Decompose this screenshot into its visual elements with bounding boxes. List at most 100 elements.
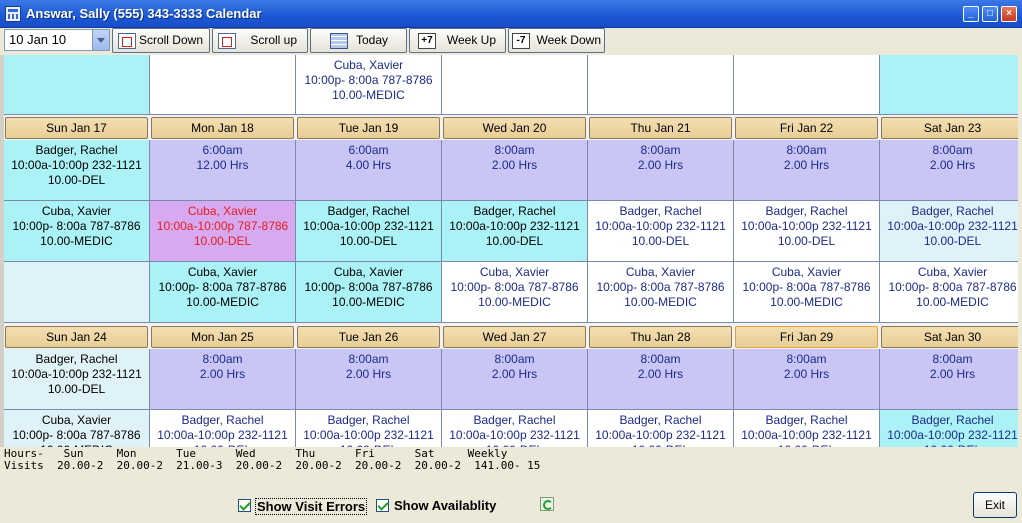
cell-line: Cuba, Xavier <box>41 204 112 218</box>
cell-line: Badger, Rachel <box>911 204 994 218</box>
cell-line: Cuba, Xavier <box>479 265 550 279</box>
visit-slot-cell[interactable]: 8:00am 2.00 Hrs <box>442 140 588 201</box>
cell-line: Badger, Rachel <box>765 413 848 427</box>
maximize-button[interactable]: □ <box>982 6 998 22</box>
caregiver-shift-cell[interactable]: Cuba, Xavier10:00p- 8:00a 787-878610.00-… <box>4 201 150 262</box>
cell-line: 10.00-DEL <box>47 382 106 396</box>
empty-day-cell[interactable] <box>880 55 1018 115</box>
day-header[interactable]: Thu Jan 21 <box>589 117 732 139</box>
day-header[interactable]: Tue Jan 26 <box>297 326 440 348</box>
cell-line: 10.00-DEL <box>193 234 252 248</box>
empty-day-cell[interactable] <box>150 55 296 115</box>
show-visit-errors-label[interactable]: Show Visit Errors <box>255 498 368 515</box>
visit-slot-cell[interactable]: 8:00am 2.00 Hrs <box>880 140 1018 201</box>
visit-slot-cell[interactable]: 8:00am 2.00 Hrs <box>442 349 588 410</box>
day-header[interactable]: Thu Jan 28 <box>589 326 732 348</box>
day-header[interactable]: Mon Jan 18 <box>151 117 294 139</box>
minimize-button[interactable]: _ <box>963 6 979 22</box>
caregiver-shift-cell[interactable]: Badger, Rachel10:00a-10:00p 232-112110.0… <box>442 201 588 262</box>
caregiver-shift-cell[interactable]: Cuba, Xavier10:00p- 8:00a 787-878610.00-… <box>4 410 150 447</box>
caregiver-shift-cell[interactable]: Cuba, Xavier10:00p- 8:00a 787-878610.00-… <box>880 262 1018 323</box>
visit-slot-cell[interactable]: 6:00am 12.00 Hrs <box>150 140 296 201</box>
visit-slot-cell[interactable]: 8:00am 2.00 Hrs <box>588 349 734 410</box>
visit-slot-cell[interactable]: 8:00am 2.00 Hrs <box>880 349 1018 410</box>
caregiver-shift-cell[interactable]: Badger, Rachel10:00a-10:00p 232-112110.0… <box>880 410 1018 447</box>
empty-day-cell[interactable] <box>4 262 150 323</box>
cell-line: Badger, Rachel <box>181 413 264 427</box>
scroll-down-label: Scroll Down <box>138 33 203 47</box>
cell-line: 10:00a-10:00p 232-1121 <box>449 428 580 442</box>
visit-slot-cell[interactable]: 8:00am 2.00 Hrs <box>296 349 442 410</box>
cell-line: 10.00-MEDIC <box>332 295 405 309</box>
visit-slot-cell[interactable]: 8:00am 2.00 Hrs <box>734 140 880 201</box>
footer: Hours- Sun Mon Tue Wed Thu Fri Sat Weekl… <box>0 447 1022 523</box>
empty-day-cell[interactable] <box>588 55 734 115</box>
day-header[interactable]: Sat Jan 23 <box>881 117 1018 139</box>
visit-slot-cell[interactable]: 8:00am 2.00 Hrs <box>150 349 296 410</box>
caregiver-shift-cell[interactable]: Cuba, Xavier10:00p- 8:00a 787-878610.00-… <box>734 262 880 323</box>
close-button[interactable]: × <box>1001 6 1017 22</box>
week-up-button[interactable]: +7 Week Up <box>409 28 506 53</box>
visit-slot-cell[interactable]: 8:00am 2.00 Hrs <box>588 140 734 201</box>
day-header[interactable]: Wed Jan 27 <box>443 326 586 348</box>
chevron-down-icon[interactable] <box>92 30 109 50</box>
day-header[interactable]: Sun Jan 24 <box>5 326 148 348</box>
cell-line: Badger, Rachel <box>327 204 410 218</box>
empty-day-cell[interactable] <box>4 55 150 115</box>
caregiver-shift-cell[interactable]: Badger, Rachel10:00a-10:00p 232-112110.0… <box>442 410 588 447</box>
exit-button[interactable]: Exit <box>973 492 1017 518</box>
refresh-icon[interactable] <box>540 497 554 511</box>
caregiver-shift-cell[interactable]: Cuba, Xavier 10:00a-10:00p 787-8786 10.00-… <box>150 201 296 262</box>
cell-line: 10.00-MEDIC <box>770 295 843 309</box>
today-button[interactable]: Today <box>310 28 407 53</box>
empty-day-cell[interactable] <box>734 55 880 115</box>
show-availability-label[interactable]: Show Availablity <box>394 498 496 513</box>
cell-line: 8:00am <box>786 143 827 157</box>
day-header[interactable]: Tue Jan 19 <box>297 117 440 139</box>
caregiver-shift-cell[interactable]: Badger, Rachel10:00a-10:00p 232-112110.0… <box>4 140 150 201</box>
caregiver-shift-cell[interactable]: Cuba, Xavier10:00p- 8:00a 787-878610.00-… <box>442 262 588 323</box>
cell-line: 10:00a-10:00p 232-1121 <box>11 367 142 381</box>
show-visit-errors-checkbox[interactable] <box>238 499 251 512</box>
cell-line: 10.00-MEDIC <box>624 295 697 309</box>
visit-slot-cell[interactable]: 6:00am 4.00 Hrs <box>296 140 442 201</box>
day-header[interactable]: Sat Jan 30 <box>881 326 1018 348</box>
scroll-down-button[interactable]: Scroll Down <box>112 28 210 53</box>
day-header[interactable]: Mon Jan 25 <box>151 326 294 348</box>
empty-day-cell[interactable] <box>442 55 588 115</box>
cell-line: 2.00 Hrs <box>637 158 684 172</box>
cell-line: 10.00-DEL <box>339 234 398 248</box>
caregiver-shift-cell[interactable]: Badger, Rachel10:00a-10:00p 232-112110.0… <box>4 349 150 410</box>
cell-line: 10.00-DEL <box>631 234 690 248</box>
caregiver-shift-cell[interactable]: Badger, Rachel10:00a-10:00p 232-112110.0… <box>150 410 296 447</box>
day-header[interactable]: Fri Jan 29 <box>735 326 878 348</box>
cell-line: 2.00 Hrs <box>929 367 976 381</box>
show-availability-checkbox[interactable] <box>376 499 389 512</box>
cell-line: 10.00-DEL <box>485 234 544 248</box>
day-header[interactable]: Wed Jan 20 <box>443 117 586 139</box>
cell-line: 10.00-DEL <box>47 173 106 187</box>
cell-line: 10:00p- 8:00a 787-8786 <box>596 280 725 294</box>
caregiver-shift-cell[interactable]: Cuba, Xavier10:00p- 8:00a 787-878610.00-… <box>150 262 296 323</box>
date-select[interactable]: 10 Jan 10 <box>4 29 110 51</box>
caregiver-shift-cell[interactable]: Badger, Rachel10:00a-10:00p 232-112110.0… <box>588 410 734 447</box>
caregiver-shift-cell[interactable]: Badger, Rachel10:00a-10:00p 232-112110.0… <box>734 201 880 262</box>
cell-line: 10:00a-10:00p 232-1121 <box>741 428 872 442</box>
scroll-up-button[interactable]: Scroll up <box>212 28 308 53</box>
caregiver-shift-cell[interactable]: Badger, Rachel10:00a-10:00p 232-112110.0… <box>296 201 442 262</box>
caregiver-shift-cell[interactable]: Badger, Rachel10:00a-10:00p 232-112110.0… <box>588 201 734 262</box>
caregiver-shift-cell[interactable]: Badger, Rachel10:00a-10:00p 232-112110.0… <box>880 201 1018 262</box>
day-header[interactable]: Sun Jan 17 <box>5 117 148 139</box>
week-down-button[interactable]: -7 Week Down <box>508 28 605 53</box>
cell-line: 2.00 Hrs <box>783 158 830 172</box>
caregiver-shift-cell[interactable]: Badger, Rachel10:00a-10:00p 232-112110.0… <box>734 410 880 447</box>
caregiver-shift-cell[interactable]: Cuba, Xavier10:00p- 8:00a 787-878610.00-… <box>296 262 442 323</box>
caregiver-shift-cell[interactable]: Cuba, Xavier10:00p- 8:00a 787-878610.00-… <box>588 262 734 323</box>
day-header[interactable]: Fri Jan 22 <box>735 117 878 139</box>
vertical-scrollbar[interactable] <box>1018 55 1022 447</box>
cell-line: Cuba, Xavier <box>187 265 258 279</box>
visit-slot-cell[interactable]: 8:00am 2.00 Hrs <box>734 349 880 410</box>
caregiver-shift-cell[interactable]: Badger, Rachel10:00a-10:00p 232-112110.0… <box>296 410 442 447</box>
cell-line: 10.00-DEL <box>923 234 982 248</box>
caregiver-shift-cell[interactable]: Cuba, Xavier10:00p- 8:00a 787-878610.00-… <box>296 55 442 115</box>
